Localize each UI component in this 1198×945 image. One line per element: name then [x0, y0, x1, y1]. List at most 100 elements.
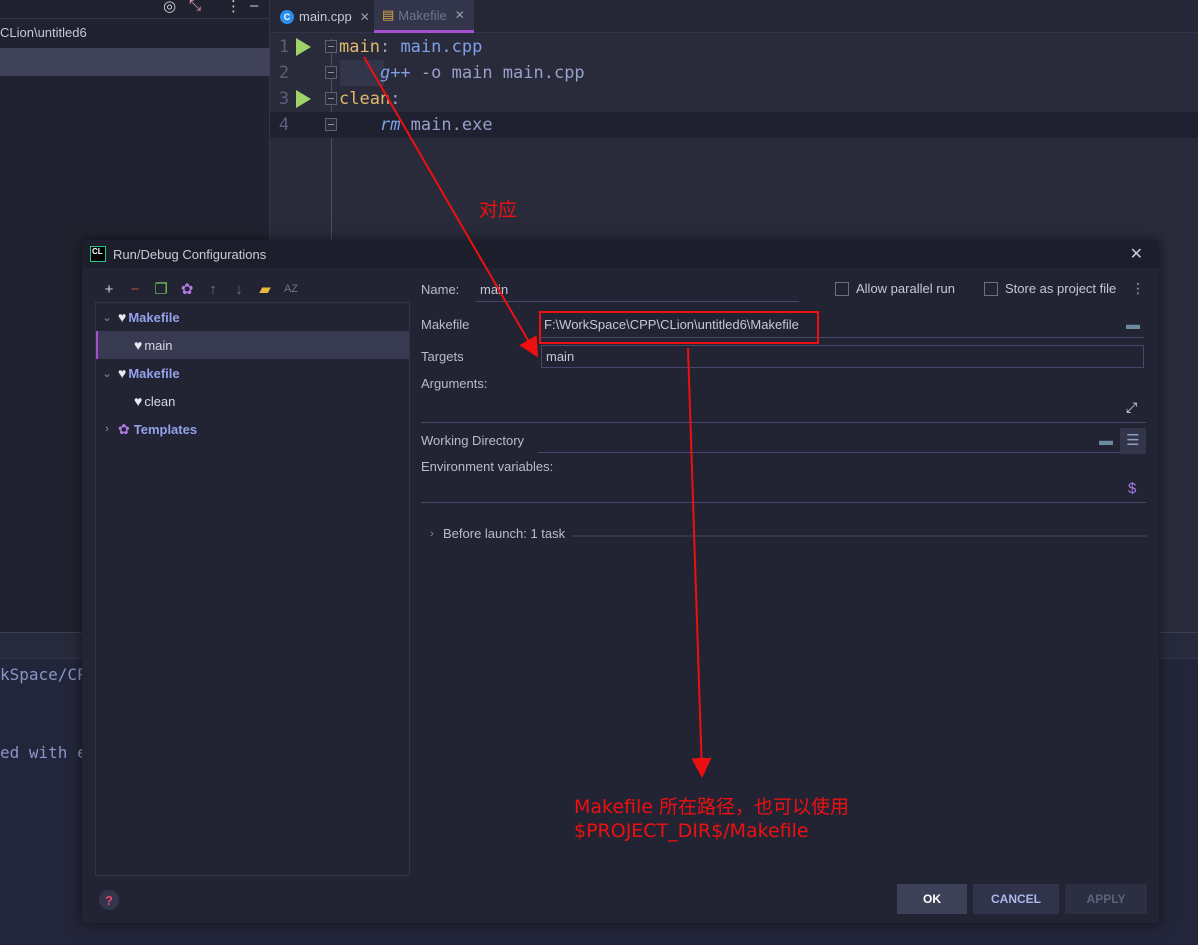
- ok-button[interactable]: OK: [897, 884, 967, 914]
- fold-icon[interactable]: [325, 118, 337, 131]
- gnu-makefile-icon: ♥: [134, 337, 143, 353]
- command-args: main.exe: [400, 115, 493, 135]
- cpp-file-icon: C: [280, 9, 294, 24]
- environment-variables-label: Environment variables:: [421, 459, 554, 474]
- code-line-4[interactable]: 4 rm main.exe: [270, 112, 1198, 138]
- annotation-correspond: 对应: [479, 199, 518, 221]
- help-icon[interactable]: ?: [99, 890, 119, 910]
- macros-list-icon[interactable]: ☰: [1120, 428, 1146, 454]
- run-target-icon[interactable]: [296, 38, 311, 56]
- gnu-makefile-icon: ♥: [118, 365, 127, 381]
- arguments-input[interactable]: [421, 422, 1146, 423]
- close-icon[interactable]: ✕: [360, 10, 370, 24]
- code-line-3[interactable]: 3 clean:: [270, 86, 1198, 112]
- copy-icon[interactable]: ❐: [148, 280, 174, 298]
- console-line: kSpace/CP: [0, 665, 87, 684]
- project-tree-selected-row[interactable]: [0, 48, 270, 76]
- fold-icon[interactable]: [325, 40, 337, 53]
- tab-label: Makefile: [398, 7, 447, 23]
- target-name: clean: [339, 89, 391, 109]
- tree-group-makefile[interactable]: ⌄ ♥ Makefile: [96, 359, 409, 387]
- dependency: main.cpp: [390, 37, 483, 57]
- line-number: 4: [278, 115, 290, 135]
- command: g++: [379, 63, 411, 83]
- editor-tabs: C main.cpp ✕ ▤ Makefile ✕: [270, 0, 1198, 33]
- folder-icon[interactable]: ▬: [1126, 316, 1140, 332]
- remove-icon[interactable]: −: [122, 281, 148, 298]
- chevron-down-icon[interactable]: ⌄: [100, 311, 114, 324]
- tree-item-clean[interactable]: ♥ clean: [96, 387, 409, 415]
- annotation-makefile-note: $PROJECT_DIR$/Makefile: [574, 820, 809, 842]
- code-line-1[interactable]: 1 main: main.cpp: [270, 34, 1198, 60]
- chevron-right-icon[interactable]: ›: [100, 423, 114, 435]
- more-options-icon[interactable]: ⋮: [1131, 280, 1145, 297]
- allow-parallel-label[interactable]: Allow parallel run: [856, 281, 955, 296]
- target-name: main: [339, 37, 380, 57]
- gnu-makefile-icon: ♥: [118, 309, 127, 325]
- tree-label: main: [144, 337, 173, 353]
- name-label: Name:: [421, 282, 460, 297]
- command-args: -o main main.cpp: [410, 63, 585, 83]
- working-directory-label: Working Directory: [421, 433, 525, 448]
- move-up-icon[interactable]: ↑: [200, 281, 226, 298]
- dialog-title-bar[interactable]: CL Run/Debug Configurations ✕: [82, 240, 1159, 268]
- annotation-highlight-box: [539, 311, 819, 344]
- command: rm: [379, 115, 401, 135]
- fold-icon[interactable]: [325, 66, 337, 79]
- name-input[interactable]: main: [480, 282, 508, 297]
- arguments-label: Arguments:: [421, 376, 488, 391]
- settings-icon[interactable]: ✿: [174, 280, 200, 298]
- line-number: 1: [278, 37, 290, 57]
- chevron-down-icon[interactable]: ⌄: [100, 367, 114, 380]
- before-launch-toggle[interactable]: › Before launch: 1 task: [425, 526, 565, 541]
- fold-icon[interactable]: [325, 92, 337, 105]
- environment-variables-input[interactable]: [421, 502, 1146, 503]
- run-target-icon[interactable]: [296, 90, 311, 108]
- tree-group-templates[interactable]: › ✿ Templates: [96, 415, 409, 443]
- targets-label: Targets: [421, 349, 464, 364]
- config-tree: ⌄ ♥ Makefile ♥ main ⌄ ♥ Makefile ♥ clean…: [95, 302, 410, 876]
- add-icon[interactable]: +: [96, 281, 122, 298]
- close-icon[interactable]: ✕: [1130, 244, 1143, 264]
- line-number: 3: [278, 89, 290, 109]
- target-icon[interactable]: ◎: [163, 0, 176, 15]
- clion-logo-icon: CL: [90, 246, 106, 262]
- collapse-icon[interactable]: ⤡: [189, 0, 201, 14]
- store-project-checkbox[interactable]: [984, 282, 998, 296]
- separator: [571, 535, 1147, 537]
- line-number: 2: [278, 63, 290, 83]
- new-folder-icon[interactable]: ▰: [252, 280, 278, 298]
- config-toolbar: + − ❐ ✿ ↑ ↓ ▰ AZ: [96, 278, 304, 300]
- gear-icon: ✿: [118, 420, 130, 437]
- allow-parallel-checkbox[interactable]: [835, 282, 849, 296]
- working-directory-input[interactable]: [538, 452, 1120, 453]
- expand-icon[interactable]: ⤢: [1126, 399, 1137, 416]
- separator: :: [379, 37, 391, 57]
- name-input-underline: [476, 301, 799, 302]
- chevron-right-icon: ›: [430, 527, 434, 540]
- tab-makefile[interactable]: ▤ Makefile ✕: [374, 0, 474, 33]
- dollar-icon[interactable]: $: [1128, 480, 1136, 497]
- tree-item-main[interactable]: ♥ main: [96, 331, 409, 359]
- gnu-makefile-icon: ♥: [134, 393, 143, 409]
- apply-button[interactable]: APPLY: [1065, 884, 1147, 914]
- makefile-label: Makefile: [421, 317, 470, 332]
- minimize-icon[interactable]: –: [250, 0, 258, 14]
- store-project-label[interactable]: Store as project file: [1005, 281, 1116, 296]
- tree-group-makefile[interactable]: ⌄ ♥ Makefile: [96, 303, 409, 331]
- move-down-icon[interactable]: ↓: [226, 281, 252, 298]
- tree-label: Makefile: [128, 309, 180, 325]
- separator: :: [390, 89, 401, 109]
- sort-icon[interactable]: AZ: [278, 283, 304, 295]
- code-line-2[interactable]: 2 g++ -o main main.cpp: [270, 60, 1198, 86]
- targets-input[interactable]: [541, 345, 1144, 368]
- project-path[interactable]: CLion\untitled6: [0, 25, 87, 40]
- cancel-button[interactable]: CANCEL: [973, 884, 1059, 914]
- tab-main-cpp[interactable]: C main.cpp ✕: [272, 0, 378, 33]
- folder-icon[interactable]: ▬: [1099, 432, 1113, 448]
- console-line: ed with e: [0, 743, 87, 762]
- before-launch-label: Before launch: 1 task: [443, 526, 566, 541]
- more-icon[interactable]: ⋮: [226, 0, 241, 15]
- close-icon[interactable]: ✕: [455, 8, 465, 22]
- annotation-makefile-note: Makefile 所在路径，也可以使用: [574, 796, 850, 818]
